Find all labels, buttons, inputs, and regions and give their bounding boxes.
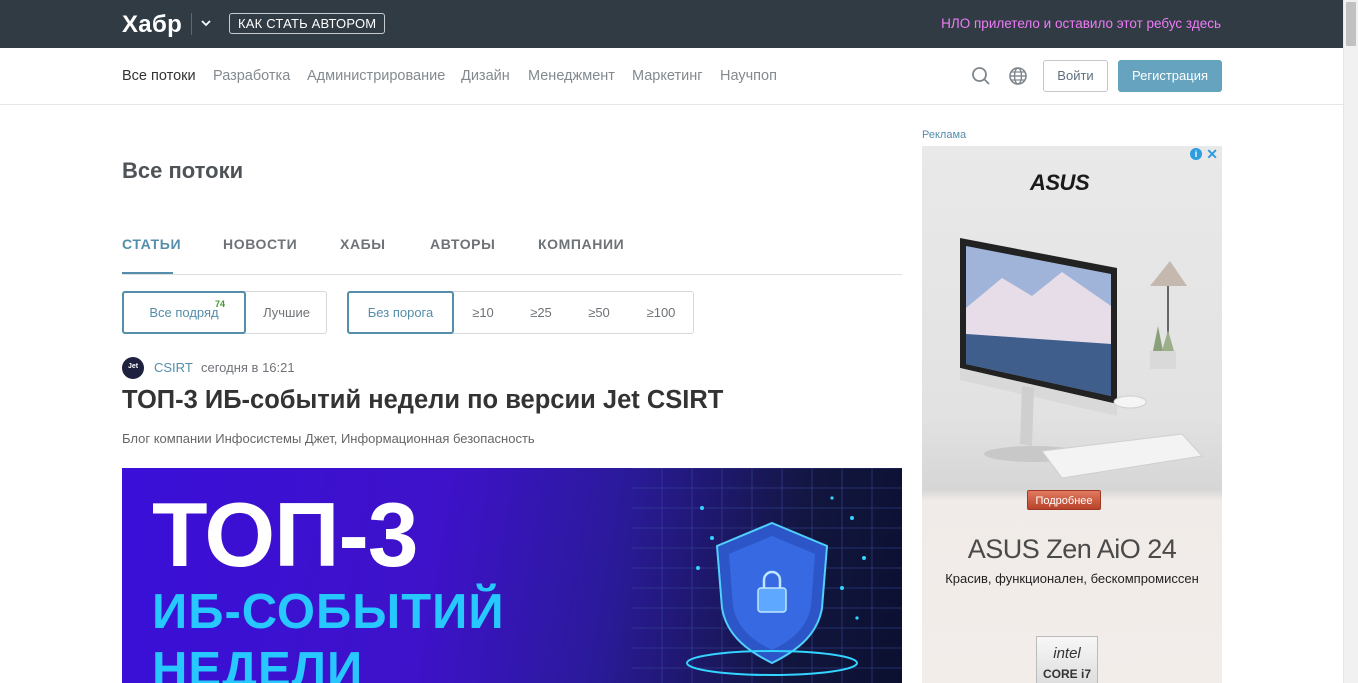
filter-all-button[interactable]: Все подряд 74: [122, 291, 246, 334]
nav-item-management[interactable]: Менеджмент: [528, 68, 615, 84]
habr-logo[interactable]: Хабр: [122, 11, 182, 39]
info-icon[interactable]: i: [1190, 148, 1202, 160]
nav-item-popsci[interactable]: Научпоп: [720, 68, 777, 84]
ad-slogan: Красив, функционален, бескомпромиссен: [945, 571, 1199, 586]
intel-badge: intel CORE i7: [1036, 636, 1098, 683]
nav-item-design[interactable]: Дизайн: [461, 68, 510, 84]
monitor-illustration: [960, 238, 1203, 479]
filter-no-threshold-button[interactable]: Без порога: [347, 291, 454, 334]
order-filter: Все подряд 74 Лучшие: [122, 291, 327, 334]
nav-item-marketing[interactable]: Маркетинг: [632, 68, 703, 84]
globe-icon[interactable]: [1008, 66, 1028, 86]
filter-50-button[interactable]: ≥50: [570, 291, 628, 334]
nav-item-development[interactable]: Разработка: [213, 68, 290, 84]
filter-all-label: Все подряд: [149, 305, 219, 320]
avatar-mark: Jet: [128, 363, 139, 370]
ad-banner[interactable]: i ✕ ASUS Подробнее ASUS Zen AiO 24 Краси…: [922, 146, 1222, 683]
tab-companies[interactable]: КОМПАНИИ: [538, 236, 624, 252]
nav-item-all-flows[interactable]: Все потоки: [122, 68, 196, 84]
filter-best-button[interactable]: Лучшие: [246, 291, 327, 334]
flows-nav: Все потоки Разработка Администрирование …: [0, 48, 1343, 105]
intel-core-label: CORE i7: [1042, 667, 1091, 681]
register-button[interactable]: Регистрация: [1118, 60, 1222, 92]
tab-hubs[interactable]: ХАБЫ: [340, 236, 386, 252]
page-scrollbar[interactable]: [1343, 0, 1358, 683]
post-time: сегодня в 16:21: [201, 360, 295, 375]
new-count-badge: 74: [215, 299, 226, 309]
threshold-filter: Без порога ≥10 ≥25 ≥50 ≥100: [347, 291, 694, 334]
banner-line-3: НЕДЕЛИ: [152, 643, 364, 683]
top-bar: Хабр КАК СТАТЬ АВТОРОМ НЛО прилетело и о…: [0, 0, 1343, 48]
tab-authors[interactable]: АВТОРЫ: [430, 236, 495, 252]
filter-25-button[interactable]: ≥25: [512, 291, 570, 334]
ufo-link[interactable]: НЛО прилетело и оставило этот ребус здес…: [941, 16, 1221, 31]
active-tab-indicator: [122, 272, 173, 274]
tab-articles[interactable]: СТАТЬИ: [122, 236, 181, 252]
nav-item-administration[interactable]: Администрирование: [307, 68, 445, 84]
close-icon[interactable]: ✕: [1206, 146, 1218, 163]
author-link[interactable]: CSIRT: [154, 360, 193, 375]
post-title[interactable]: ТОП-3 ИБ-событий недели по версии Jet CS…: [122, 386, 723, 415]
content-tabs: СТАТЬИ НОВОСТИ ХАБЫ АВТОРЫ КОМПАНИИ: [122, 236, 902, 275]
filter-10-button[interactable]: ≥10: [454, 291, 512, 334]
post-hubs[interactable]: Блог компании Инфосистемы Джет, Информац…: [122, 431, 535, 446]
tab-news[interactable]: НОВОСТИ: [223, 236, 297, 252]
banner-line-2: ИБ-СОБЫТИЙ: [152, 585, 505, 639]
intel-logo: intel: [1053, 645, 1081, 662]
ad-brand-logo: ASUS: [1030, 170, 1090, 195]
chevron-down-icon[interactable]: [199, 16, 213, 30]
how-to-become-author-button[interactable]: КАК СТАТЬ АВТОРОМ: [229, 13, 386, 34]
login-button[interactable]: Войти: [1043, 60, 1108, 92]
ad-product-name: ASUS Zen AiO 24: [967, 534, 1177, 564]
banner-line-1: ТОП-3: [152, 485, 418, 586]
filter-100-button[interactable]: ≥100: [628, 291, 694, 334]
avatar[interactable]: Jet: [122, 357, 144, 379]
shield-lock-illustration: [632, 468, 902, 683]
logo-divider: [191, 13, 192, 35]
search-icon[interactable]: [971, 66, 991, 86]
ad-label: Реклама: [922, 129, 967, 141]
post-cover-image[interactable]: ТОП-3 ИБ-СОБЫТИЙ НЕДЕЛИ: [122, 468, 902, 683]
ad-more-button[interactable]: Подробнее: [1027, 490, 1101, 510]
page-title: Все потоки: [122, 158, 244, 183]
scrollbar-thumb[interactable]: [1346, 2, 1356, 46]
